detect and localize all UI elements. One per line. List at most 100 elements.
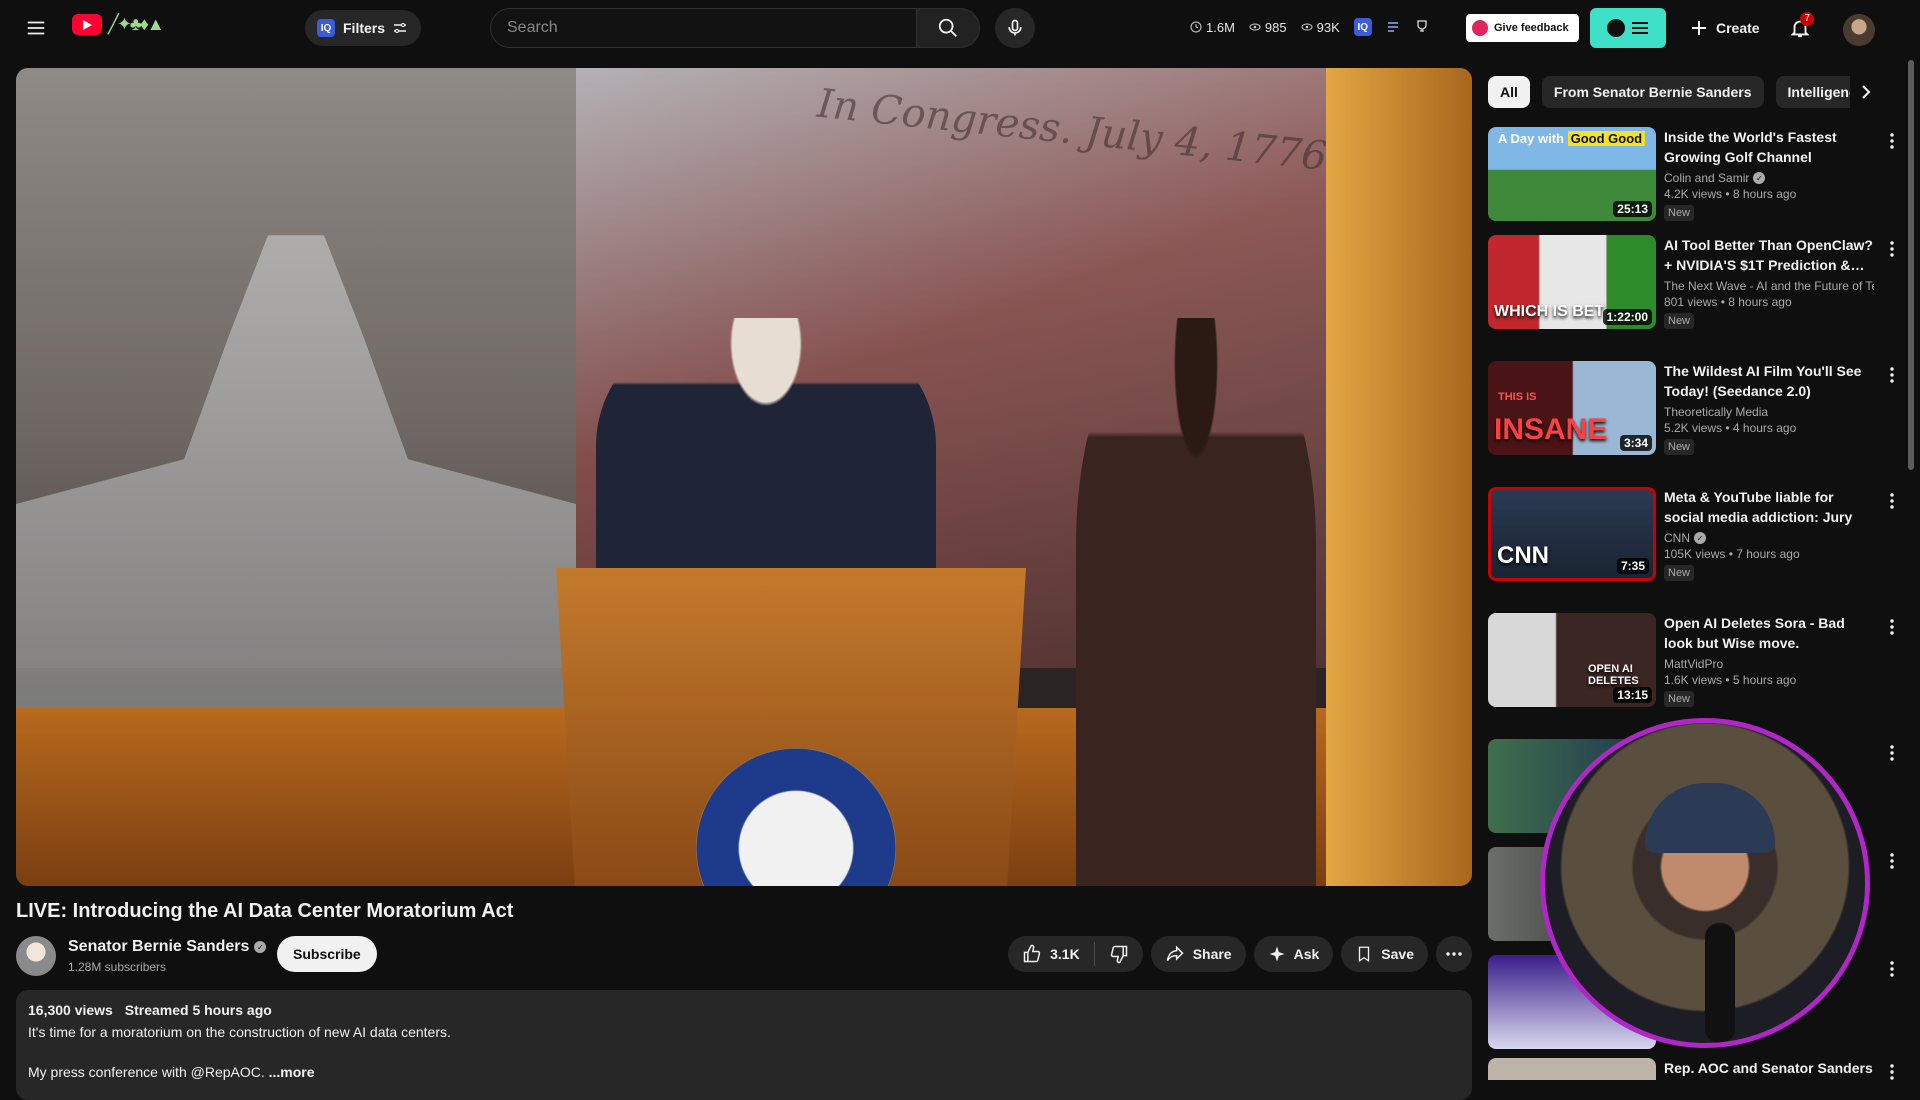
video-meta: 4.2K views • 8 hours ago bbox=[1664, 187, 1797, 201]
video-player[interactable]: In Congress. July 4, 1776. bbox=[16, 68, 1472, 886]
stat-views: 985 bbox=[1249, 20, 1287, 35]
sliders-icon bbox=[394, 23, 407, 33]
account-avatar[interactable] bbox=[1843, 14, 1875, 46]
bookmark-icon bbox=[1359, 946, 1370, 963]
more-vertical-icon[interactable] bbox=[1880, 957, 1904, 981]
show-more-link[interactable]: ...more bbox=[269, 1064, 315, 1080]
channel-name[interactable]: MattVidPro bbox=[1664, 657, 1874, 671]
channel-name[interactable]: Senator Bernie Sanders ✓ bbox=[68, 938, 267, 956]
second-speaker-figure bbox=[1076, 318, 1316, 886]
extension-icon[interactable]: IQ bbox=[1353, 18, 1372, 36]
youtube-logo[interactable]: ╱✦♣♦▲ bbox=[72, 14, 165, 35]
ask-button[interactable]: Ask bbox=[1253, 936, 1334, 972]
duration-badge: 3:34 bbox=[1619, 435, 1652, 451]
extension-stats: 1.6M 985 93K IQ bbox=[1190, 18, 1430, 36]
channel-name[interactable]: Colin and Samir ✓ bbox=[1664, 171, 1874, 185]
list-item[interactable]: OPEN AI DELETES 13:15 Open AI Deletes So… bbox=[1488, 613, 1904, 713]
top-bar: ╱✦♣♦▲ IQ Filters 1.6M 985 93K IQ Give bbox=[0, 0, 1920, 56]
microphone-icon bbox=[1008, 19, 1022, 36]
video-title[interactable]: Meta & YouTube liable for social media a… bbox=[1664, 487, 1874, 527]
channel-avatar[interactable] bbox=[16, 936, 56, 976]
video-title[interactable]: The Wildest AI Film You'll See Today! (S… bbox=[1664, 361, 1874, 401]
like-button[interactable]: 3.1K bbox=[1008, 936, 1094, 972]
list-item[interactable]: A Day with Good Good 25:13 Inside the Wo… bbox=[1488, 127, 1904, 227]
filters-button[interactable]: IQ Filters bbox=[305, 10, 422, 46]
more-vertical-icon[interactable] bbox=[1880, 615, 1904, 639]
list-item[interactable]: Rep. AOC and Senator Sanders bbox=[1488, 1058, 1904, 1080]
more-vertical-icon[interactable] bbox=[1880, 489, 1904, 513]
duration-badge: 7:35 bbox=[1616, 558, 1649, 574]
more-vertical-icon[interactable] bbox=[1880, 129, 1904, 153]
subscriber-count: 1.28M subscribers bbox=[68, 960, 167, 974]
eye-icon bbox=[1301, 23, 1313, 31]
give-feedback-button[interactable]: Give feedback bbox=[1466, 14, 1579, 42]
more-vertical-icon[interactable] bbox=[1880, 741, 1904, 765]
verified-icon: ✓ bbox=[1753, 172, 1766, 184]
sidebar-scrollbar[interactable] bbox=[1908, 60, 1914, 470]
chip-from-channel[interactable]: From Senator Bernie Sanders bbox=[1541, 76, 1764, 108]
search-input[interactable] bbox=[490, 8, 916, 48]
new-badge: New bbox=[1664, 565, 1695, 581]
duration-badge: 25:13 bbox=[1613, 201, 1652, 217]
save-button[interactable]: Save bbox=[1341, 936, 1428, 972]
chip-all[interactable]: All bbox=[1488, 76, 1530, 108]
more-vertical-icon[interactable] bbox=[1880, 363, 1904, 387]
list-item[interactable]: CNN 7:35 Meta & YouTube liable for socia… bbox=[1488, 487, 1904, 587]
more-vertical-icon[interactable] bbox=[1880, 1060, 1904, 1080]
video-thumbnail[interactable]: THIS IS INSANE 3:34 bbox=[1488, 361, 1656, 455]
eye-icon bbox=[1249, 23, 1261, 31]
trophy-icon[interactable] bbox=[1414, 19, 1430, 35]
search-button[interactable] bbox=[916, 8, 980, 48]
channel-row: Senator Bernie Sanders ✓ 1.28M subscribe… bbox=[16, 936, 1472, 976]
video-title[interactable]: Rep. AOC and Senator Sanders bbox=[1664, 1058, 1874, 1078]
more-actions-button[interactable] bbox=[1436, 936, 1472, 972]
extension-icon: IQ bbox=[317, 19, 335, 37]
related-chips: All From Senator Bernie Sanders Intellig… bbox=[1488, 76, 1904, 108]
plus-icon bbox=[1692, 21, 1706, 35]
more-vertical-icon[interactable] bbox=[1880, 237, 1904, 261]
video-thumbnail[interactable]: WHICH IS BET 1:22:00 bbox=[1488, 235, 1656, 329]
video-thumbnail[interactable] bbox=[1488, 1058, 1656, 1080]
list-item[interactable]: WHICH IS BET 1:22:00 AI Tool Better Than… bbox=[1488, 235, 1904, 335]
video-thumbnail[interactable]: A Day with Good Good 25:13 bbox=[1488, 127, 1656, 221]
stat-watch-time: 1.6M bbox=[1190, 20, 1235, 35]
create-button[interactable]: Create bbox=[1678, 10, 1772, 46]
channel-name[interactable]: CNN ✓ bbox=[1664, 531, 1874, 545]
youtube-play-icon bbox=[72, 14, 102, 35]
more-vertical-icon[interactable] bbox=[1880, 849, 1904, 873]
notifications-button[interactable]: 7 bbox=[1780, 8, 1820, 48]
subscribe-button[interactable]: Subscribe bbox=[277, 936, 377, 972]
description-box[interactable]: 16,300 views Streamed 5 hours ago It's t… bbox=[16, 990, 1472, 1100]
channel-name[interactable]: The Next Wave - AI and the Future of Tec… bbox=[1664, 279, 1874, 293]
extension-menu-button[interactable] bbox=[1590, 8, 1666, 48]
video-thumbnail[interactable]: CNN 7:35 bbox=[1488, 487, 1656, 581]
share-button[interactable]: Share bbox=[1150, 936, 1246, 972]
list-item[interactable]: THIS IS INSANE 3:34 The Wildest AI Film … bbox=[1488, 361, 1904, 461]
duration-badge: 1:22:00 bbox=[1602, 309, 1652, 325]
cap-graphic bbox=[1645, 783, 1775, 853]
new-badge: New bbox=[1664, 691, 1695, 707]
filters-label: Filters bbox=[343, 20, 386, 36]
menu-icon[interactable] bbox=[16, 8, 56, 48]
view-count: 16,300 views bbox=[28, 1002, 113, 1018]
video-title[interactable]: Open AI Deletes Sora - Bad look but Wise… bbox=[1664, 613, 1874, 653]
description-line: It's time for a moratorium on the constr… bbox=[28, 1024, 451, 1040]
channel-name[interactable]: Theoretically Media bbox=[1664, 405, 1874, 419]
new-badge: New bbox=[1664, 313, 1695, 329]
list-icon[interactable] bbox=[1386, 20, 1400, 34]
voice-search-button[interactable] bbox=[995, 8, 1035, 48]
video-frame: In Congress. July 4, 1776. bbox=[16, 68, 1472, 886]
extension-logo-icon bbox=[1607, 19, 1625, 37]
dislike-button[interactable] bbox=[1095, 936, 1143, 972]
new-badge: New bbox=[1664, 205, 1695, 221]
chips-next-button[interactable] bbox=[1850, 76, 1882, 108]
video-meta: 105K views • 7 hours ago bbox=[1664, 547, 1800, 561]
search-icon bbox=[938, 18, 957, 37]
video-thumbnail[interactable]: OPEN AI DELETES 13:15 bbox=[1488, 613, 1656, 707]
video-title[interactable]: AI Tool Better Than OpenClaw? + NVIDIA'S… bbox=[1664, 235, 1874, 275]
microphone-graphic bbox=[1705, 923, 1735, 1043]
search-bar bbox=[490, 8, 980, 48]
video-title[interactable]: Inside the World's Fastest Growing Golf … bbox=[1664, 127, 1874, 167]
new-badge: New bbox=[1664, 439, 1695, 455]
clock-icon bbox=[1190, 21, 1202, 33]
